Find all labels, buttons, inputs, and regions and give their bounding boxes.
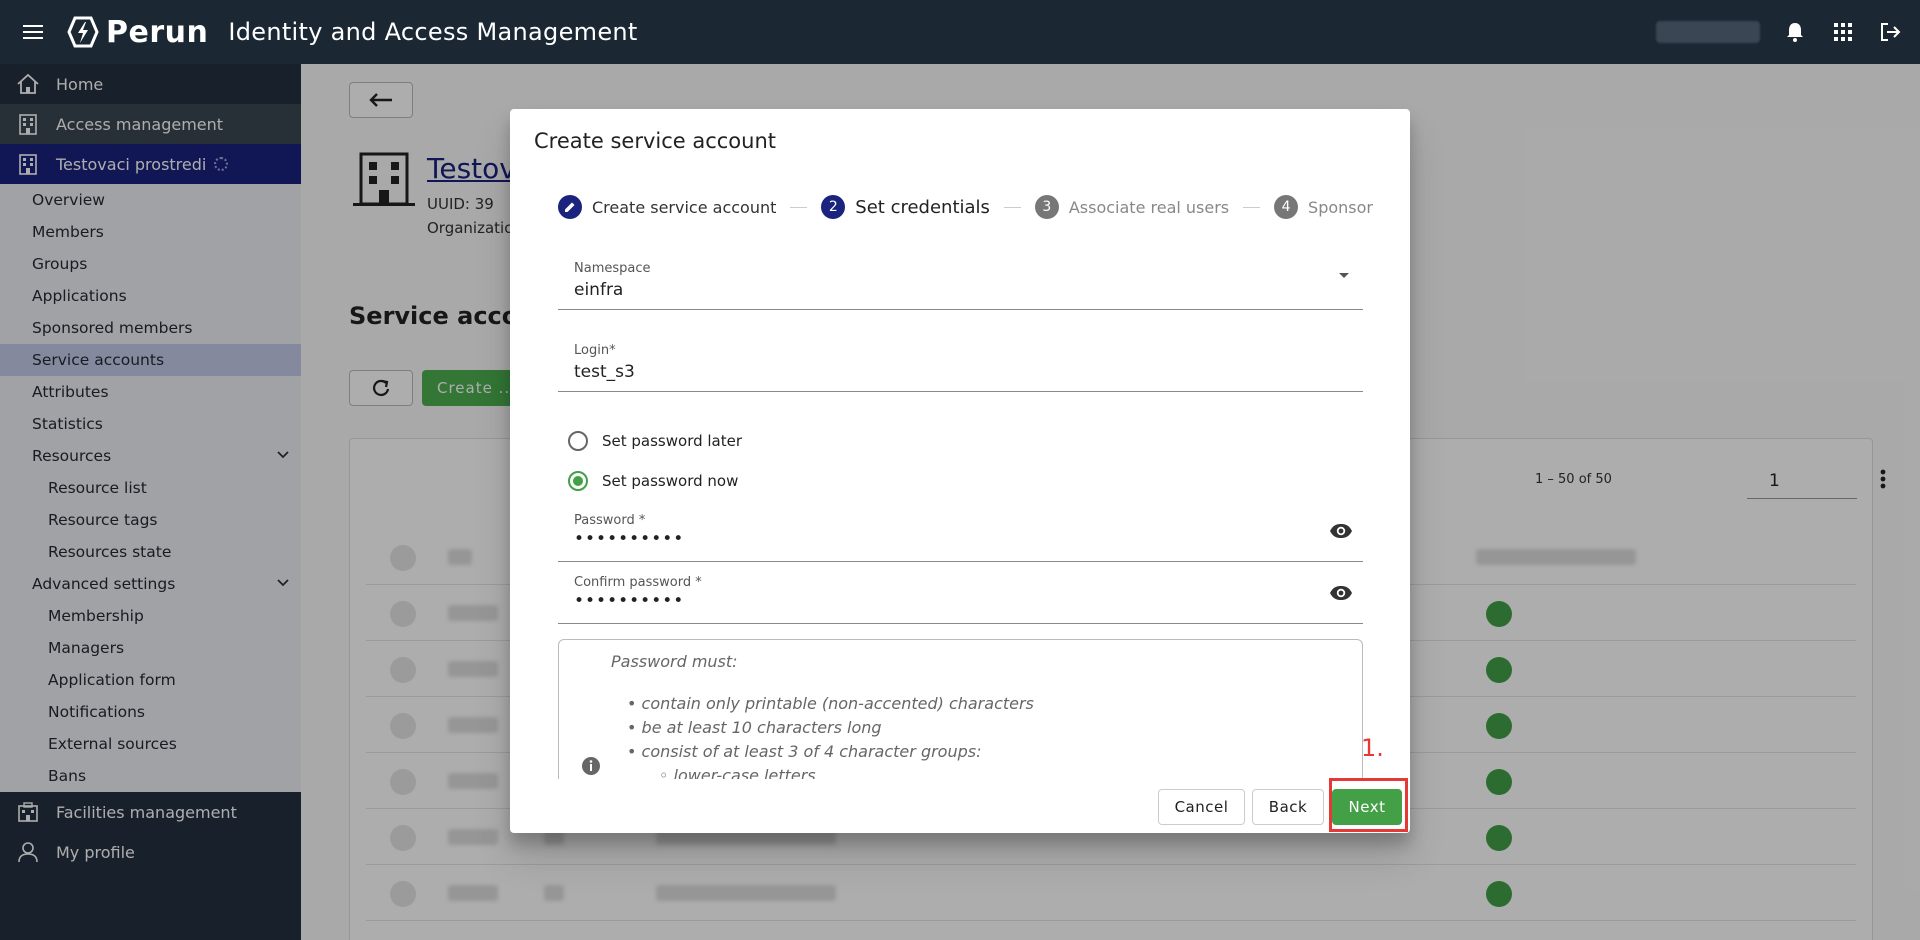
- password-requirements: Password must: • contain only printable …: [558, 639, 1363, 779]
- stepper: Create service account 2 Set credentials…: [558, 193, 1373, 221]
- password-value: ••••••••••: [574, 529, 685, 549]
- hint-item: • be at least 10 characters long: [627, 718, 882, 737]
- login-field[interactable]: Login* test_s3: [558, 329, 1363, 392]
- radio-label: Set password now: [602, 472, 739, 490]
- step-set-credentials[interactable]: 2 Set credentials: [821, 195, 990, 219]
- radio-label: Set password later: [602, 432, 743, 450]
- step-sponsor[interactable]: 4 Sponsor: [1274, 195, 1373, 219]
- app-title: Identity and Access Management: [228, 18, 638, 46]
- radio-button[interactable]: [568, 431, 588, 451]
- apps-grid-icon[interactable]: [1830, 19, 1856, 45]
- step-label: Create service account: [592, 197, 777, 217]
- perun-logo-icon: [67, 16, 99, 48]
- dropdown-arrow-icon: [1339, 273, 1349, 278]
- step-divider: [790, 206, 808, 208]
- namespace-value: einfra: [574, 280, 624, 300]
- namespace-select[interactable]: Namespace einfra: [558, 247, 1363, 310]
- back-button[interactable]: Back: [1252, 789, 1324, 825]
- hint-item-text: contain only printable (non-accented) ch…: [641, 694, 1034, 713]
- dialog-title: Create service account: [534, 129, 777, 153]
- edit-icon: [558, 195, 582, 219]
- radio-button[interactable]: [568, 471, 588, 491]
- login-label: Login*: [574, 343, 616, 358]
- hint-title: Password must:: [611, 652, 738, 671]
- login-value: test_s3: [574, 362, 635, 382]
- annotation-highlight-box: [1329, 778, 1408, 832]
- radio-set-password-now[interactable]: Set password now: [568, 471, 738, 491]
- hint-item-text: be at least 10 characters long: [641, 718, 882, 737]
- logout-icon[interactable]: [1878, 19, 1904, 45]
- hint-item: • consist of at least 3 of 4 character g…: [627, 742, 982, 761]
- password-label: Password *: [574, 513, 646, 528]
- confirm-password-field[interactable]: Confirm password * ••••••••••: [558, 571, 1363, 624]
- radio-set-password-later[interactable]: Set password later: [568, 431, 742, 451]
- menu-icon[interactable]: [18, 17, 48, 47]
- step-associate-real-users[interactable]: 3 Associate real users: [1034, 195, 1230, 219]
- hint-item: ◦ lower-case letters: [627, 764, 1034, 779]
- user-name-blurred: [1656, 21, 1760, 43]
- step-divider: [1003, 206, 1021, 208]
- step-label: Associate real users: [1068, 197, 1230, 217]
- brand-name: Perun: [106, 14, 209, 50]
- info-icon: [581, 756, 601, 779]
- step-number: 3: [1034, 195, 1059, 219]
- create-service-account-dialog: Create service account Create service ac…: [510, 109, 1410, 833]
- confirm-password-value: ••••••••••: [574, 591, 685, 611]
- step-label: Set credentials: [855, 196, 990, 218]
- step-number: 2: [821, 195, 846, 219]
- hint-item: • contain only printable (non-accented) …: [627, 694, 1034, 713]
- eye-icon[interactable]: [1329, 585, 1353, 605]
- hint-list: • contain only printable (non-accented) …: [627, 692, 1034, 779]
- hint-item-text: lower-case letters: [673, 766, 816, 779]
- hint-item-text: consist of at least 3 of 4 character gro…: [641, 742, 982, 761]
- step-divider: [1243, 206, 1261, 208]
- namespace-label: Namespace: [574, 261, 651, 276]
- top-bar: Perun Identity and Access Management: [0, 0, 1920, 64]
- perun-logo[interactable]: Perun: [66, 15, 208, 50]
- confirm-password-label: Confirm password *: [574, 575, 702, 590]
- step-create-service-account[interactable]: Create service account: [558, 195, 776, 219]
- annotation-step-number: 1.: [1361, 734, 1384, 762]
- cancel-button[interactable]: Cancel: [1158, 789, 1245, 825]
- step-number: 4: [1274, 195, 1299, 219]
- step-label: Sponsor: [1308, 197, 1373, 217]
- password-field[interactable]: Password * ••••••••••: [558, 509, 1363, 562]
- bell-icon[interactable]: [1782, 19, 1808, 45]
- eye-icon[interactable]: [1329, 523, 1353, 543]
